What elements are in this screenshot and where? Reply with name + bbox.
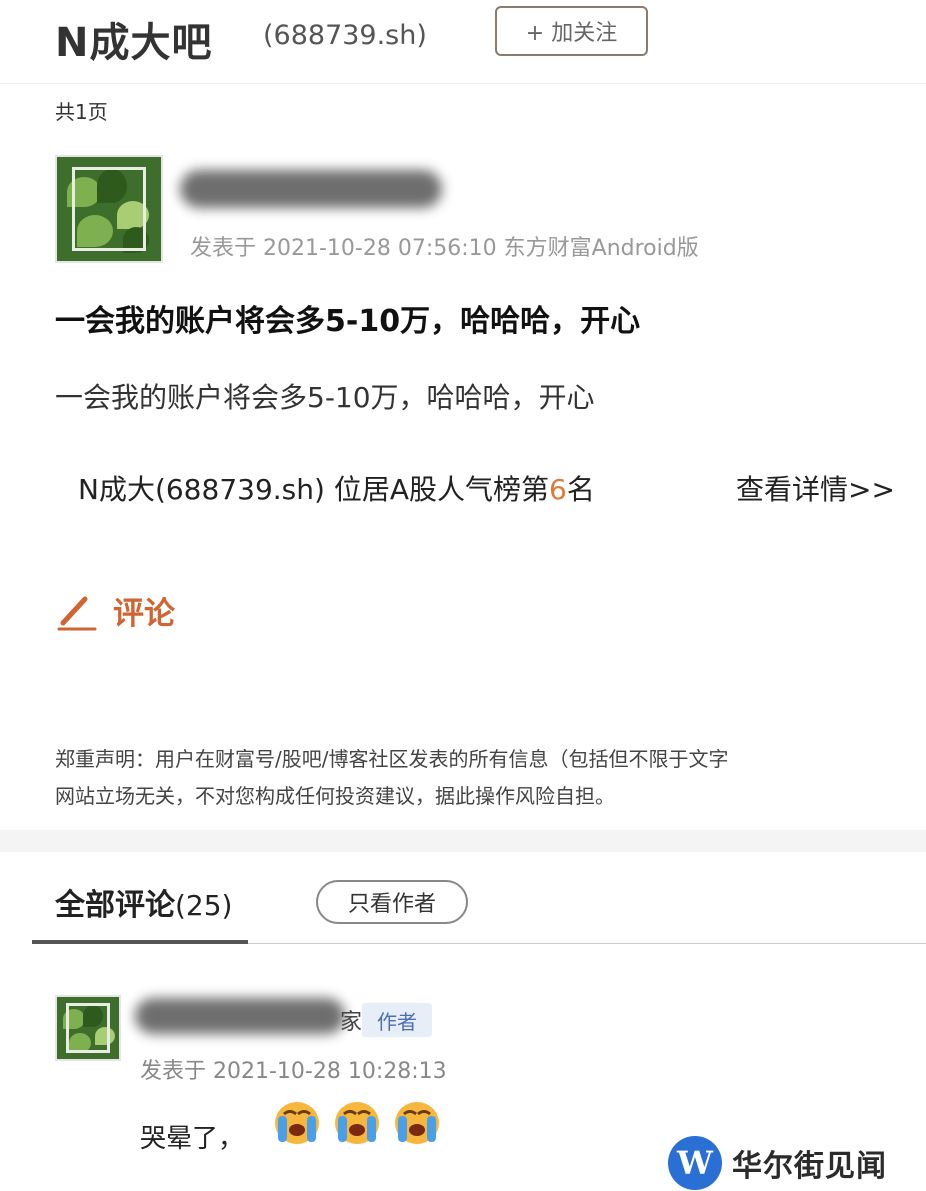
post-meta: 发表于 2021-10-28 07:56:10 东方财富Android版 <box>190 236 699 261</box>
comment-button[interactable]: 评论 <box>55 588 175 633</box>
pencil-icon <box>57 596 97 630</box>
commenter-avatar[interactable] <box>55 995 121 1061</box>
redacted-commenter-name <box>135 998 345 1034</box>
watermark: W 华尔街见闻 <box>668 1136 887 1190</box>
active-tab-indicator <box>32 940 248 944</box>
tab-all-comments[interactable]: 全部评论(25) <box>55 880 232 924</box>
disclaimer-line-1: 郑重声明：用户在财富号/股吧/博客社区发表的所有信息（包括但不限于文字 <box>55 747 729 771</box>
redacted-username <box>180 170 442 208</box>
disclaimer: 郑重声明：用户在财富号/股吧/博客社区发表的所有信息（包括但不限于文字 网站立场… <box>55 741 926 815</box>
post-author-avatar[interactable] <box>55 155 163 263</box>
tab-all-comments-label: 全部评论 <box>55 888 175 923</box>
crying-face-icon <box>335 1102 379 1144</box>
stock-code: (688739.sh) <box>263 20 427 51</box>
bar-title[interactable]: N成大吧 <box>55 10 212 68</box>
wallstreetcn-logo: W <box>668 1136 722 1190</box>
section-divider <box>0 830 926 852</box>
crying-face-icon <box>395 1102 439 1144</box>
follow-button[interactable]: + 加关注 <box>495 6 648 56</box>
comment-label: 评论 <box>113 596 175 632</box>
crying-face-icon <box>275 1102 319 1144</box>
post-title: 一会我的账户将会多5-10万，哈哈哈，开心 <box>55 304 641 339</box>
author-badge: 作者 <box>362 1003 432 1037</box>
commenter-name-tail: 家 <box>340 1010 363 1035</box>
comment-count: (25) <box>175 889 233 922</box>
disclaimer-line-2: 网站立场无关，不对您构成任何投资建议，据此操作风险自担。 <box>55 784 615 808</box>
bar-header: N成大吧 (688739.sh) + 加关注 <box>0 0 926 84</box>
comment-meta: 发表于 2021-10-28 10:28:13 <box>140 1059 447 1084</box>
view-details-link[interactable]: 查看详情>> <box>736 468 895 508</box>
rank-number: 6 <box>548 473 567 506</box>
comment-text: 哭晕了， <box>140 1124 245 1154</box>
rank-suffix: 名 <box>566 473 595 506</box>
post-body: 一会我的账户将会多5-10万，哈哈哈，开心 <box>55 381 595 414</box>
page-count: 共1页 <box>55 100 108 124</box>
only-author-button[interactable]: 只看作者 <box>316 880 468 924</box>
popularity-rank: N成大(688739.sh) 位居A股人气榜第6名 <box>78 468 595 508</box>
watermark-text: 华尔街见闻 <box>732 1149 887 1184</box>
rank-prefix: N成大(688739.sh) 位居A股人气榜第 <box>78 473 549 506</box>
